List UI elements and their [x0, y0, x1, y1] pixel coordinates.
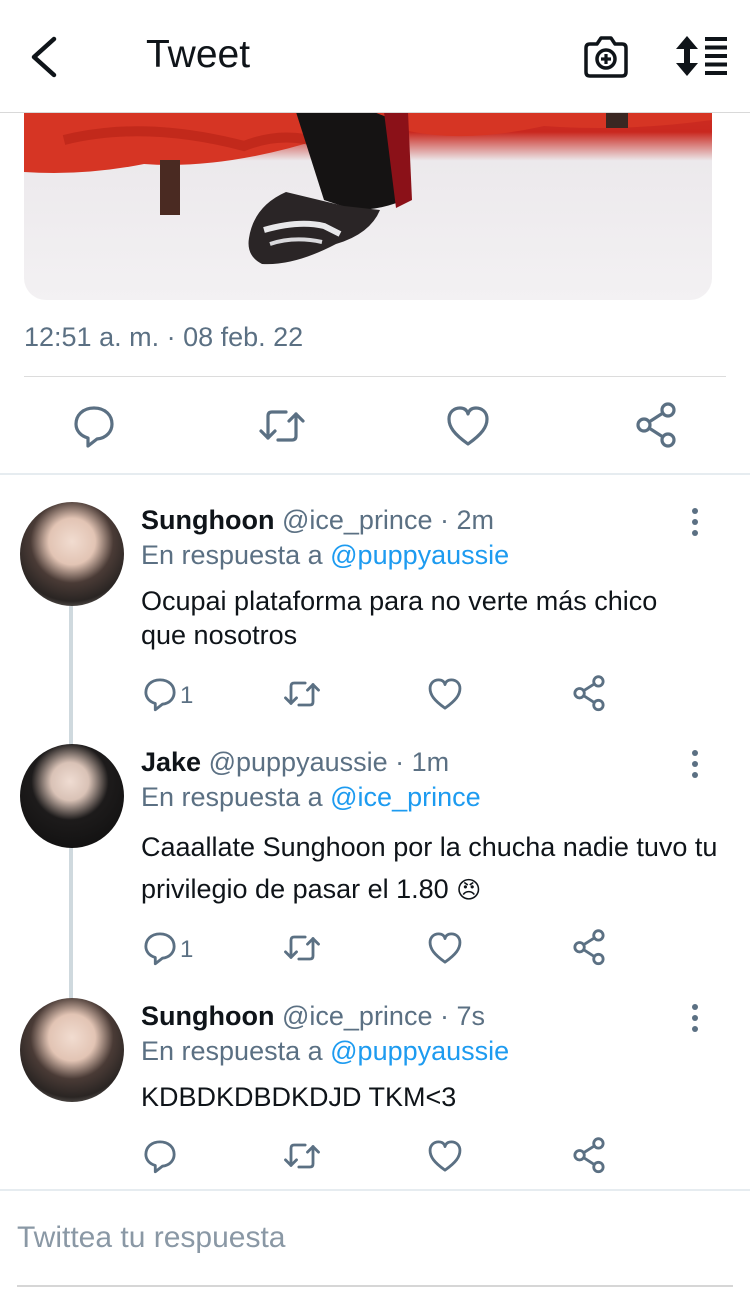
reply-button[interactable] — [138, 672, 182, 716]
comment-icon — [74, 406, 114, 448]
reply-time: 7s — [456, 1001, 486, 1031]
retweet-icon — [284, 1143, 320, 1169]
reply-time: 1m — [411, 747, 450, 777]
reply-context: En respuesta a @puppyaussie — [141, 1036, 509, 1067]
retweet-button[interactable] — [280, 1134, 324, 1178]
separator-dot: · — [439, 1001, 449, 1031]
like-button[interactable] — [423, 1134, 467, 1178]
share-button[interactable] — [567, 1134, 611, 1178]
heart-icon — [428, 932, 462, 964]
back-button[interactable] — [22, 30, 72, 84]
more-options-button[interactable] — [682, 1002, 708, 1034]
more-options-button[interactable] — [682, 506, 708, 538]
reply-text: KDBDKDBDKDJD TKM<3 — [141, 1082, 457, 1112]
reply-header: Jake @puppyaussie · 1m — [141, 747, 449, 778]
retweet-icon — [284, 681, 320, 707]
more-vertical-icon — [692, 508, 698, 536]
more-options-button[interactable] — [682, 748, 708, 780]
reply-text: Caaallate Sunghoon por la chucha nadie t… — [141, 832, 718, 904]
avatar[interactable] — [20, 502, 124, 606]
share-icon — [636, 402, 676, 448]
reply-header: Sunghoon @ice_prince · 2m — [141, 505, 494, 536]
reply-text: Ocupai plataforma para no verte más chic… — [141, 586, 658, 650]
share-icon — [573, 929, 605, 966]
like-button[interactable] — [423, 926, 467, 970]
share-button[interactable] — [567, 672, 611, 716]
reply-composer-input[interactable] — [17, 1214, 727, 1262]
share-icon — [573, 1137, 605, 1174]
mention-link[interactable]: @puppyaussie — [330, 540, 509, 570]
more-vertical-icon — [692, 1004, 698, 1032]
retweet-icon — [259, 410, 305, 442]
author-name[interactable]: Sunghoon — [141, 1001, 274, 1031]
section-separator — [0, 473, 750, 475]
reply-button[interactable] — [138, 1134, 182, 1178]
tweet-action-bar — [0, 398, 750, 454]
share-icon — [573, 675, 605, 712]
separator-dot: · — [395, 747, 405, 777]
reply-context-prefix: En respuesta a — [141, 1036, 323, 1066]
reply-time: 2m — [456, 505, 495, 535]
heart-icon — [428, 678, 462, 710]
camera-add-icon — [584, 36, 628, 78]
like-button[interactable] — [423, 672, 467, 716]
divider — [24, 376, 726, 377]
composer-divider — [0, 1189, 750, 1191]
comment-icon — [144, 678, 176, 712]
like-button[interactable] — [440, 398, 496, 454]
heart-icon — [428, 1140, 462, 1172]
app-header: Tweet — [0, 0, 750, 113]
author-handle: @ice_prince — [281, 505, 433, 535]
heart-icon — [447, 406, 489, 446]
avatar[interactable] — [20, 744, 124, 848]
avatar[interactable] — [20, 998, 124, 1102]
sort-button[interactable] — [674, 34, 730, 78]
reply-context-prefix: En respuesta a — [141, 540, 323, 570]
reply-header: Sunghoon @ice_prince · 7s — [141, 1001, 485, 1032]
retweet-icon — [284, 935, 320, 961]
author-handle: @ice_prince — [281, 1001, 433, 1031]
mention-link[interactable]: @ice_prince — [330, 782, 480, 812]
camera-button[interactable] — [582, 34, 630, 80]
author-name[interactable]: Sunghoon — [141, 505, 274, 535]
reply-context: En respuesta a @puppyaussie — [141, 540, 509, 571]
reply-count: 1 — [180, 936, 194, 963]
reply-text-block: Caaallate Sunghoon por la chucha nadie t… — [141, 826, 721, 912]
reply-button[interactable] — [138, 926, 182, 970]
author-name[interactable]: Jake — [141, 747, 201, 777]
reply-context-prefix: En respuesta a — [141, 782, 323, 812]
reply-button[interactable] — [66, 398, 122, 454]
composer-underline — [17, 1285, 733, 1287]
more-vertical-icon — [692, 750, 698, 778]
page-title: Tweet — [146, 33, 251, 76]
share-button[interactable] — [628, 398, 684, 454]
share-button[interactable] — [567, 926, 611, 970]
tweet-timestamp: 12:51 a. m. · 08 feb. 22 — [24, 322, 304, 352]
comment-icon — [144, 1140, 176, 1174]
separator-dot: · — [439, 505, 449, 535]
comment-icon — [144, 932, 176, 966]
retweet-button[interactable] — [280, 672, 324, 716]
retweet-button[interactable] — [280, 926, 324, 970]
mention-link[interactable]: @puppyaussie — [330, 1036, 509, 1066]
angry-face-emoji: 😠 — [456, 877, 482, 904]
author-handle: @puppyaussie — [208, 747, 388, 777]
reply-context: En respuesta a @ice_prince — [141, 782, 481, 813]
chevron-left-icon — [31, 36, 57, 78]
retweet-button[interactable] — [254, 398, 310, 454]
sort-list-icon — [676, 36, 727, 76]
reply-count: 1 — [180, 682, 194, 709]
